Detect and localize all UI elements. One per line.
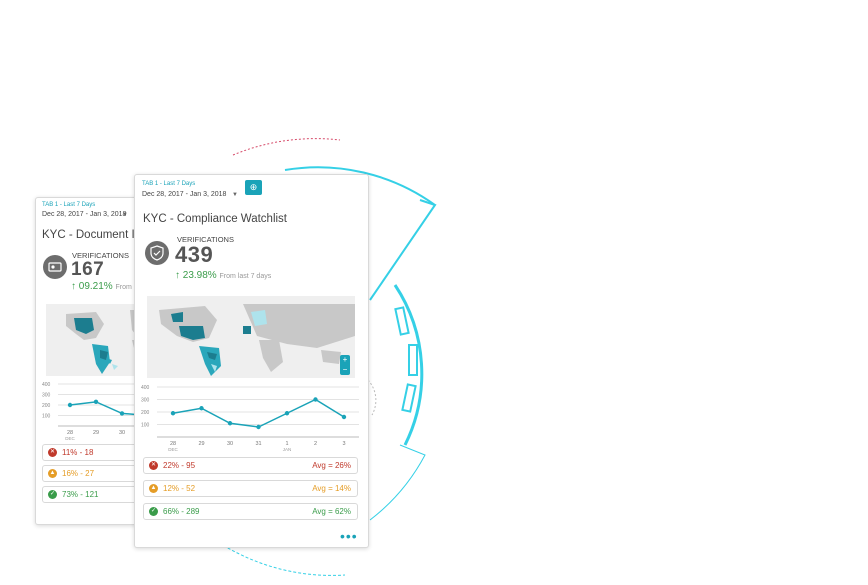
zoom-out-button[interactable]: − <box>340 365 350 375</box>
status-value: 11% - 18 <box>62 448 94 457</box>
x-tick-label: 29 <box>93 430 99 436</box>
warning-circle-icon: ▲ <box>149 484 158 493</box>
x-tick-label: 29 <box>198 441 204 447</box>
data-point <box>170 411 176 416</box>
status-row[interactable]: ✓ 66% - 289 Avg = 62% <box>143 503 358 520</box>
y-tick-label: 400 <box>141 385 150 391</box>
chevron-down-icon[interactable]: ▼ <box>232 192 238 198</box>
x-tick-label: 30 <box>227 441 233 447</box>
data-point <box>313 397 318 402</box>
plus-icon: ⊕ <box>249 182 258 192</box>
date-range[interactable]: Dec 28, 2017 - Jan 3, 2018 <box>42 211 126 218</box>
dashboard-card-compliance-watchlist: TAB 1 - Last 7 Days Dec 28, 2017 - Jan 3… <box>134 174 369 548</box>
warning-circle-icon: ▲ <box>48 469 57 478</box>
status-row[interactable]: ▲ 12% - 52 Avg = 14% <box>143 480 358 497</box>
data-point <box>341 414 347 420</box>
x-tick-label: 2 <box>314 441 317 447</box>
x-circle-icon: ✕ <box>149 461 158 470</box>
more-options-button[interactable]: ••• <box>340 528 358 544</box>
kpi-delta-value: 23.98% <box>182 270 217 281</box>
y-tick-label: 200 <box>42 403 51 409</box>
card-title: KYC - Document ID <box>42 229 143 241</box>
data-point <box>199 406 204 411</box>
shield-check-icon <box>145 241 169 265</box>
y-tick-label: 100 <box>42 414 51 420</box>
x-tick-sublabel: JAN <box>283 447 292 452</box>
x-tick-label: 30 <box>119 430 125 436</box>
y-tick-label: 100 <box>141 423 150 429</box>
card-title: KYC - Compliance Watchlist <box>143 213 288 225</box>
kpi-value: 167 <box>71 259 105 280</box>
status-value: 73% - 121 <box>62 490 99 499</box>
status-value: 12% - 52 <box>163 484 196 493</box>
check-circle-icon: ✓ <box>48 490 57 499</box>
chevron-down-icon[interactable]: ▼ <box>122 212 128 218</box>
kpi-value: 439 <box>175 242 214 267</box>
status-value: 66% - 289 <box>163 507 200 516</box>
status-average: Avg = 62% <box>312 507 351 516</box>
data-point <box>93 399 99 405</box>
y-tick-label: 300 <box>141 398 150 404</box>
tab-label[interactable]: TAB 1 - Last 7 Days <box>42 202 95 208</box>
status-value: 22% - 95 <box>163 461 196 470</box>
map-zoom-control[interactable]: + − <box>340 355 350 375</box>
y-tick-label: 200 <box>141 410 150 416</box>
status-value: 16% - 27 <box>62 469 95 478</box>
x-circle-icon: ✕ <box>48 448 57 457</box>
y-tick-label: 300 <box>42 393 51 399</box>
date-range[interactable]: Dec 28, 2017 - Jan 3, 2018 <box>142 191 226 198</box>
data-point <box>256 424 261 430</box>
data-point <box>67 402 73 408</box>
world-map[interactable] <box>147 296 355 378</box>
x-tick-sublabel: DEC <box>168 447 178 452</box>
series-line <box>172 398 345 428</box>
kpi-delta-note: From last 7 days <box>219 273 272 280</box>
x-tick-label: 3 <box>342 441 345 447</box>
check-circle-icon: ✓ <box>149 507 158 516</box>
line-chart: 40030020010028DEC29 30 31 1JAN2 3 <box>141 385 359 452</box>
arrow-up-icon: ↑ <box>71 281 76 292</box>
data-point <box>119 411 125 416</box>
status-average: Avg = 14% <box>312 484 351 493</box>
kpi-delta: ↑ 09.21% From <box>71 281 132 292</box>
id-card-icon <box>43 255 67 279</box>
arrow-up-icon: ↑ <box>175 270 180 281</box>
zoom-in-button[interactable]: + <box>340 355 350 365</box>
data-point <box>227 421 233 426</box>
status-row[interactable]: ✕ 22% - 95 Avg = 26% <box>143 457 358 474</box>
x-tick-label: 31 <box>255 441 261 447</box>
kpi-delta: ↑ 23.98% From last 7 days <box>175 270 271 281</box>
kpi-delta-note: From <box>115 284 132 291</box>
tab-label[interactable]: TAB 1 - Last 7 Days <box>142 181 195 187</box>
kpi-delta-value: 09.21% <box>78 281 113 292</box>
status-average: Avg = 26% <box>312 461 351 470</box>
add-widget-button[interactable]: ⊕ <box>245 180 262 195</box>
data-point <box>284 411 290 416</box>
y-tick-label: 400 <box>42 382 51 388</box>
x-tick-sublabel: DEC <box>65 436 75 440</box>
